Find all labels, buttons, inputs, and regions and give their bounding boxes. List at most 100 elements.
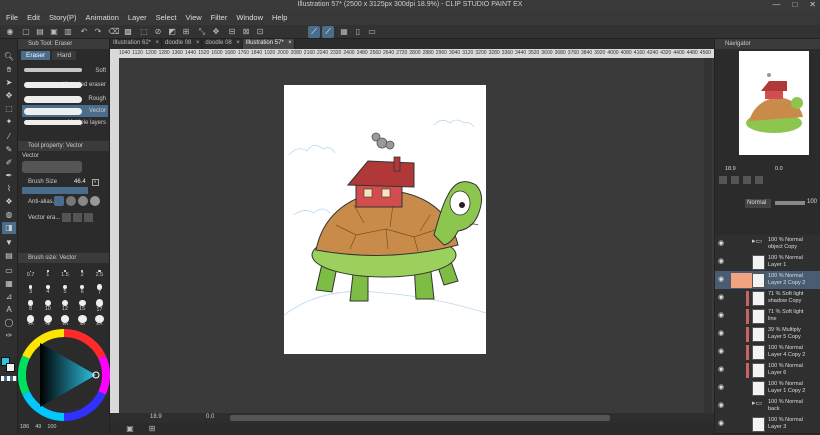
layer-props-icon[interactable]: ⊞ [146, 423, 158, 435]
brush-soft[interactable]: Soft [22, 65, 108, 77]
rotate-right-icon[interactable] [755, 176, 763, 184]
layer-row[interactable]: ◉ 100 % Normal Layer 3 [715, 415, 820, 434]
eye-icon[interactable]: ◉ [718, 402, 726, 410]
balloon-tool-icon[interactable]: ◯ [2, 317, 16, 329]
layer-row[interactable]: ◉ 100 % Normal Layer 2 Copy 2 [715, 271, 820, 290]
vector-eraser-options[interactable] [62, 213, 93, 222]
eye-icon[interactable]: ◉ [718, 240, 726, 248]
decoration-icon[interactable]: ❖ [2, 196, 16, 208]
redo-icon[interactable]: ↷ [92, 26, 104, 38]
close-tab-icon[interactable]: × [288, 40, 292, 46]
canvas-paper[interactable] [283, 85, 487, 354]
brush-vector[interactable]: Vector [22, 105, 108, 117]
brush-size-preset[interactable]: 1.5 [56, 267, 73, 281]
tab-doodle-08-b[interactable]: doodle 08 × [202, 39, 243, 49]
layer-row[interactable]: ◉ ▸▭ 100 % Normal back [715, 397, 820, 416]
layer-row[interactable]: ◉ 100 % Normal Layer 6 [715, 361, 820, 380]
layer-row[interactable]: ◉ 100 % Normal Layer 1 Copy 2 [715, 379, 820, 398]
tab-illustration-57[interactable]: Illustration 57* × [242, 39, 295, 49]
zoom-tool-icon[interactable]: 🔍︎ [2, 51, 16, 63]
brush-size-preset[interactable]: 2 [74, 267, 91, 281]
opacity-slider[interactable] [775, 201, 805, 205]
eye-icon[interactable]: ◉ [718, 384, 726, 392]
ruler-snap-icon[interactable]: ⊟ [226, 26, 238, 38]
anti-alias-options[interactable] [54, 196, 100, 206]
auto-select-icon[interactable]: ✦ [2, 116, 16, 128]
menu-filter[interactable]: Filter [211, 13, 228, 22]
vector-line-icon[interactable]: ⟋ [308, 26, 320, 38]
vector-snap-icon[interactable]: ⟋ [322, 26, 334, 38]
eye-icon[interactable]: ◉ [718, 420, 726, 428]
open-icon[interactable]: ▤ [34, 26, 46, 38]
tab-eraser[interactable]: Eraser [21, 51, 51, 60]
navigator-preview[interactable] [739, 51, 809, 155]
gradient-tool-icon[interactable]: ▤ [2, 250, 16, 262]
eye-icon[interactable]: ◉ [718, 276, 726, 284]
brush-size-preset[interactable]: 15 [74, 299, 91, 313]
brush-size-preset[interactable]: 8 [22, 299, 39, 313]
brush-rough[interactable]: Rough [22, 93, 108, 105]
fit-view-icon[interactable]: ▣ [124, 423, 136, 435]
app-icon[interactable]: ◉ [4, 26, 16, 38]
transform-icon[interactable]: ⤡ [196, 26, 208, 38]
blend-tool-icon[interactable]: ◍ [2, 209, 16, 221]
eye-icon[interactable]: ◉ [718, 258, 726, 266]
selection-tool-icon[interactable]: ⬚ [2, 103, 16, 115]
eyedropper-icon[interactable]: ⁄ [2, 131, 16, 143]
close-button[interactable]: ✕ [809, 0, 816, 9]
pen-tool-icon[interactable]: ✎ [2, 144, 16, 156]
move-tool-icon[interactable]: ✥ [2, 90, 16, 102]
fill-tool-icon[interactable]: ▼ [2, 237, 16, 249]
menu-animation[interactable]: Animation [86, 13, 119, 22]
eye-icon[interactable]: ◉ [718, 294, 726, 302]
pressure-icon[interactable]: ◐ [92, 179, 99, 186]
layer-row[interactable]: ◉ 39 % Multiply Layer 5 Copy [715, 325, 820, 344]
menu-edit[interactable]: Edit [27, 13, 40, 22]
horizontal-scrollbar[interactable] [230, 415, 610, 421]
brush-multiple-layers[interactable]: Multiple layers [22, 117, 108, 129]
brush-size-preset[interactable]: 4 [39, 283, 56, 297]
perspective-snap-icon[interactable]: ⊡ [254, 26, 266, 38]
sub-color-swatch[interactable] [6, 363, 15, 372]
eraser-tool-icon[interactable]: ◨ [2, 222, 16, 234]
select-all-icon[interactable]: ⬚ [138, 26, 150, 38]
clear-icon[interactable]: ⌫ [108, 26, 120, 38]
menu-file[interactable]: File [6, 13, 18, 22]
airbrush-icon[interactable]: ⌇ [2, 183, 16, 195]
zoom-out-icon[interactable] [719, 176, 727, 184]
correct-line-icon[interactable]: ✑ [2, 330, 16, 342]
brush-size-preset[interactable]: 1 [39, 267, 56, 281]
hand-tool-icon[interactable]: ✋︎ [2, 64, 16, 76]
deselect-icon[interactable]: ⊘ [152, 26, 164, 38]
snap-icon[interactable]: ✥ [210, 26, 222, 38]
save-icon[interactable]: ▣ [48, 26, 60, 38]
layer-row[interactable]: ◉ ▸▭ 100 % Normal object Copy [715, 235, 820, 254]
brush-size-preset[interactable]: 10 [39, 299, 56, 313]
brush-size-preset[interactable]: 6 [74, 283, 91, 297]
close-tab-icon[interactable]: × [156, 40, 160, 46]
layer-row[interactable]: ◉ 71 % Soft light shadow Copy [715, 289, 820, 308]
brush-size-slider[interactable] [22, 187, 88, 194]
brush-size-preset[interactable]: 5 [56, 283, 73, 297]
eye-icon[interactable]: ◉ [718, 330, 726, 338]
rotate-left-icon[interactable] [743, 176, 751, 184]
menu-story[interactable]: Story(P) [49, 13, 77, 22]
undo-icon[interactable]: ↶ [78, 26, 90, 38]
brush-size-preset[interactable]: 7 [91, 283, 108, 297]
blend-mode-select[interactable]: Normal [745, 199, 771, 208]
layer-row[interactable]: ◉ 100 % Normal Layer 4 Copy 2 [715, 343, 820, 362]
frame-tool-icon[interactable]: ▦ [2, 278, 16, 290]
tab-illustration-62[interactable]: Illustration 62* × [110, 39, 163, 49]
minimize-button[interactable]: — [772, 0, 780, 9]
print-icon[interactable]: ▥ [62, 26, 74, 38]
brush-size-preset[interactable]: 2.5 [91, 267, 108, 281]
menu-view[interactable]: View [186, 13, 202, 22]
close-tab-icon[interactable]: × [236, 40, 240, 46]
brush-tool-icon[interactable]: ✒ [2, 170, 16, 182]
panel-icon[interactable]: ▭ [366, 26, 378, 38]
menu-window[interactable]: Window [236, 13, 263, 22]
eye-icon[interactable]: ◉ [718, 366, 726, 374]
vertical-scrollbar[interactable] [704, 58, 712, 413]
maximize-button[interactable]: □ [792, 0, 797, 9]
brush-size-preset[interactable]: 0.7 [22, 267, 39, 281]
